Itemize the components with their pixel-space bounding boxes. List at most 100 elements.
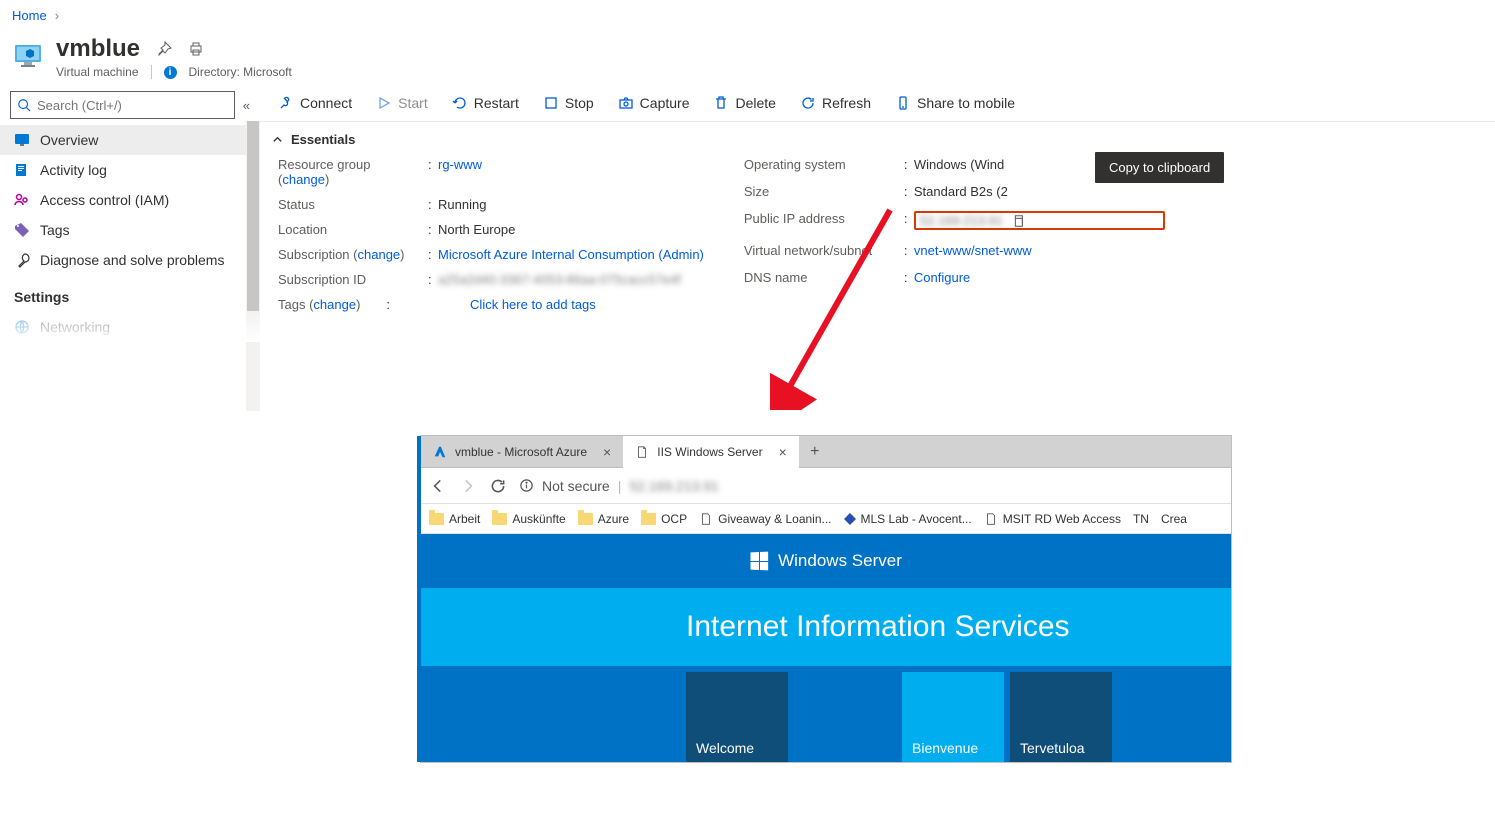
directory-label: Directory: Microsoft <box>189 65 292 79</box>
subscription-link[interactable]: Microsoft Azure Internal Consumption (Ad… <box>438 247 704 262</box>
resource-header: vmblue Virtual machine i Directory: Micr… <box>0 31 1495 85</box>
stop-button[interactable]: Stop <box>533 91 604 115</box>
iam-icon <box>14 192 30 208</box>
search-field[interactable] <box>37 96 234 115</box>
breadcrumb-home[interactable]: Home <box>12 8 47 23</box>
close-icon[interactable]: × <box>595 444 611 460</box>
bookmark-folder-arbeit[interactable]: Arbeit <box>429 512 480 526</box>
pin-icon[interactable] <box>156 41 172 57</box>
main-panel: Connect Start Restart Stop Capture Delet… <box>260 85 1495 342</box>
essentials-body: Resource group (change):rg-www Status:Ru… <box>260 157 1495 287</box>
nav-overview[interactable]: Overview <box>0 125 260 155</box>
collapse-nav-button[interactable]: « <box>243 98 250 113</box>
tile-bienvenue[interactable]: Bienvenue <box>902 672 1004 762</box>
essentials-toggle[interactable]: Essentials <box>260 122 1495 157</box>
command-bar: Connect Start Restart Stop Capture Delet… <box>260 85 1495 122</box>
copy-icon[interactable] <box>1011 214 1025 228</box>
nav-settings-header: Settings <box>0 275 260 312</box>
breadcrumb: Home › <box>0 0 1495 31</box>
public-ip-link[interactable]: 52.169.213.91 <box>920 213 1003 228</box>
nav-activity-log[interactable]: Activity log <box>0 155 260 185</box>
tile-blank[interactable] <box>794 672 896 762</box>
chevron-up-icon <box>272 134 283 145</box>
info-icon: i <box>164 66 177 79</box>
change-subscription-link[interactable]: change <box>358 247 401 262</box>
change-tags-link[interactable]: change <box>313 297 356 312</box>
chevron-right-icon: › <box>55 8 59 23</box>
public-ip-row: 52.169.213.91 <box>914 211 1165 230</box>
info-outline-icon <box>519 478 534 493</box>
bookmark-folder-auskunfte[interactable]: Auskünfte <box>492 512 565 526</box>
tile-welcome[interactable]: Welcome <box>686 672 788 762</box>
essentials-right: Operating system:Windows (Windcenter) Si… <box>744 157 1165 287</box>
bookmark-folder-ocp[interactable]: OCP <box>641 512 687 526</box>
folder-icon <box>492 513 507 525</box>
left-panel: « Overview Activity log Access control (… <box>0 85 260 342</box>
browser-window: vmblue - Microsoft Azure× IIS Windows Se… <box>420 435 1232 763</box>
add-tags-link[interactable]: Click here to add tags <box>470 297 596 312</box>
search-icon <box>17 98 31 112</box>
page-icon <box>699 512 713 526</box>
nav-diagnose[interactable]: Diagnose and solve problems <box>0 245 260 275</box>
bookmark-giveaway[interactable]: Giveaway & Loanin... <box>699 512 831 526</box>
browser-tabbar: vmblue - Microsoft Azure× IIS Windows Se… <box>421 436 1231 468</box>
vnet-link[interactable]: vnet-www/snet-www <box>914 243 1032 258</box>
essentials-left: Resource group (change):rg-www Status:Ru… <box>278 157 704 287</box>
change-resource-group-link[interactable]: change <box>282 172 325 187</box>
browser-urlbar: Not secure|52.169.213.91 <box>421 468 1231 504</box>
bookmark-mls[interactable]: MLS Lab - Avocent... <box>844 512 972 526</box>
restart-button[interactable]: Restart <box>442 91 529 115</box>
capture-button[interactable]: Capture <box>608 91 700 115</box>
iis-page: Windows Server Internet Information Serv… <box>421 534 1231 762</box>
diamond-icon <box>844 513 856 525</box>
close-icon[interactable]: × <box>771 444 787 460</box>
bookmark-folder-azure[interactable]: Azure <box>578 512 629 526</box>
subscription-id-value: a25a2d40-3367-4053-86aa-075cacc57e4f <box>438 272 704 287</box>
forward-icon <box>459 477 477 495</box>
browser-tab-iis[interactable]: IIS Windows Server× <box>623 436 799 468</box>
os-value: Windows (Windcenter) <box>914 157 1165 174</box>
page-icon <box>635 445 649 459</box>
address-bar[interactable]: Not secure|52.169.213.91 <box>519 478 719 494</box>
bookmark-msit[interactable]: MSIT RD Web Access <box>984 512 1121 526</box>
delete-button[interactable]: Delete <box>703 91 785 115</box>
start-button: Start <box>366 91 438 115</box>
dns-configure-link[interactable]: Configure <box>914 270 970 285</box>
iis-tiles: Welcome Bienvenue Tervetuloa <box>421 666 1231 762</box>
diagnose-icon <box>14 252 30 268</box>
nav-tags[interactable]: Tags <box>0 215 260 245</box>
vm-icon <box>12 41 44 73</box>
bookmark-crea[interactable]: Crea <box>1161 512 1187 526</box>
page-icon <box>984 512 998 526</box>
overview-icon <box>14 132 30 148</box>
folder-icon <box>578 513 593 525</box>
iis-brand-bar: Windows Server <box>421 534 1231 588</box>
azure-icon <box>433 445 447 459</box>
folder-icon <box>641 513 656 525</box>
windows-logo-icon <box>751 552 769 571</box>
nav-networking[interactable]: Networking <box>0 312 260 342</box>
connect-button[interactable]: Connect <box>268 91 362 115</box>
nav-scrollbar[interactable] <box>246 121 260 411</box>
nav-menu: Overview Activity log Access control (IA… <box>0 125 260 342</box>
new-tab-button[interactable]: + <box>799 436 831 468</box>
browser-tab-azure[interactable]: vmblue - Microsoft Azure× <box>421 436 623 468</box>
back-icon[interactable] <box>429 477 447 495</box>
activity-log-icon <box>14 162 30 178</box>
resource-group-link[interactable]: rg-www <box>438 157 482 172</box>
tags-icon <box>14 222 30 238</box>
essentials-tags-row: Tags (change) : Click here to add tags <box>260 287 1495 322</box>
status-value: Running <box>438 197 704 212</box>
search-input[interactable] <box>10 91 235 119</box>
share-to-mobile-button[interactable]: Share to mobile <box>885 91 1025 115</box>
folder-icon <box>429 513 444 525</box>
print-icon[interactable] <box>188 41 204 57</box>
page-title: vmblue <box>56 35 140 63</box>
size-value: Standard B2s (2 <box>914 184 1165 201</box>
nav-access-control[interactable]: Access control (IAM) <box>0 185 260 215</box>
reload-icon[interactable] <box>489 477 507 495</box>
refresh-button[interactable]: Refresh <box>790 91 881 115</box>
location-value: North Europe <box>438 222 704 237</box>
bookmark-tn[interactable]: TN <box>1133 512 1149 526</box>
tile-tervetuloa[interactable]: Tervetuloa <box>1010 672 1112 762</box>
